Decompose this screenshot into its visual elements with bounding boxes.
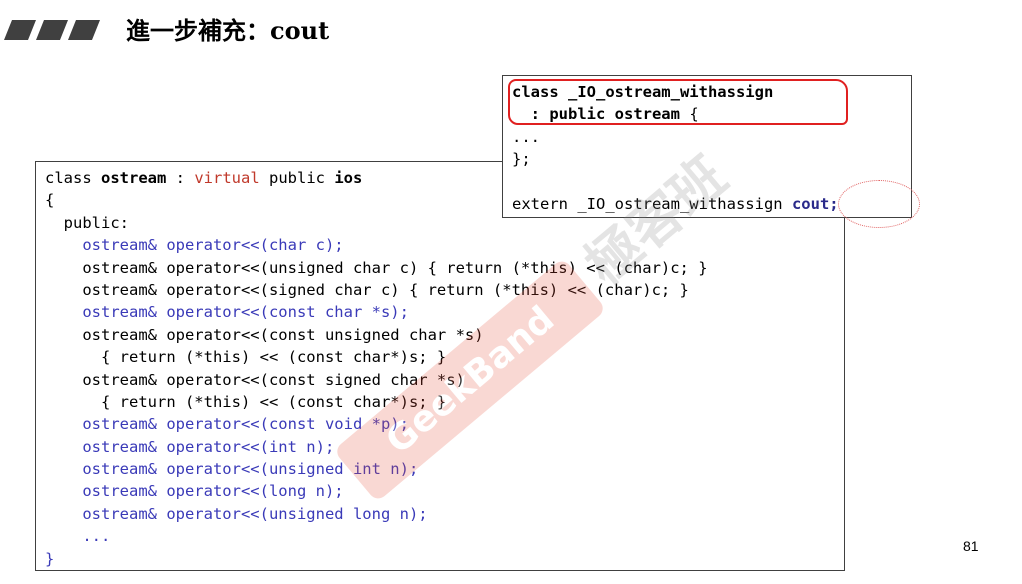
main-code-line: ostream& operator<<(const unsigned char … — [45, 324, 844, 346]
code-token: extern _IO_ostream_withassign — [512, 194, 792, 213]
code-token: ostream& operator<<(int n); — [45, 437, 335, 456]
top-code-line — [512, 171, 911, 193]
code-token: ... — [512, 127, 540, 146]
code-token: ... — [45, 527, 111, 546]
code-token: ostream& operator<<(const signed char *s… — [45, 370, 465, 389]
main-code-line: ostream& operator<<(signed char c) { ret… — [45, 279, 844, 301]
main-code-line: ostream& operator<<(const void *p); — [45, 413, 844, 435]
code-token: virtual — [194, 169, 260, 187]
code-token: ostream& operator<<(const char *s); — [45, 303, 409, 322]
code-token: ostream& operator<<(unsigned char c) { r… — [45, 258, 708, 277]
code-token: { return (*this) << (const char*)s; } — [45, 392, 447, 411]
code-token: ostream& operator<<(unsigned long n); — [45, 504, 428, 523]
code-token: class — [45, 169, 101, 187]
main-code-line: ostream& operator<<(unsigned char c) { r… — [45, 257, 844, 279]
code-token: class _IO_ostream_withassign — [512, 83, 774, 101]
main-code-line: { return (*this) << (const char*)s; } — [45, 346, 844, 368]
main-code-line: } — [45, 548, 844, 570]
code-token: { — [45, 191, 55, 210]
main-code-line: ostream& operator<<(char c); — [45, 234, 844, 256]
code-token: } — [45, 549, 55, 568]
code-token: ostream — [101, 169, 167, 187]
ostream-withassign-code-box: class _IO_ostream_withassign : public os… — [502, 75, 912, 218]
code-token: ostream& operator<<(const void *p); — [45, 415, 409, 434]
main-code-line: ... — [45, 525, 844, 547]
ostream-class-code-box: class ostream : virtual public ios { publ… — [35, 161, 845, 571]
code-token: ios — [334, 169, 363, 187]
code-token: ostream& operator<<(char c); — [45, 236, 344, 255]
page-number: 81 — [963, 538, 979, 554]
main-code-line: ostream& operator<<(unsigned long n); — [45, 503, 844, 525]
main-code-line: ostream& operator<<(int n); — [45, 436, 844, 458]
code-token: ostream& operator<<(signed char c) { ret… — [45, 280, 689, 299]
code-token: ostream& operator<<(unsigned int n); — [45, 460, 419, 479]
top-code-line: }; — [512, 148, 911, 170]
code-token: ostream& operator<<(long n); — [45, 482, 344, 501]
top-code-line: class _IO_ostream_withassign — [512, 81, 911, 103]
code-token: { — [679, 105, 699, 124]
code-token: }; — [512, 150, 531, 169]
main-code-line: ostream& operator<<(const char *s); — [45, 301, 844, 323]
parallelogram-bars-icon — [4, 20, 100, 40]
main-code-line: ostream& operator<<(unsigned int n); — [45, 458, 844, 480]
top-code-line: extern _IO_ostream_withassign cout; — [512, 193, 911, 215]
main-code-line: ostream& operator<<(long n); — [45, 480, 844, 502]
code-token: public: — [45, 213, 129, 232]
main-code-line: ostream& operator<<(const signed char *s… — [45, 369, 844, 391]
code-token: ostream& operator<<(const unsigned char … — [45, 325, 484, 344]
code-token: : public ostream — [512, 105, 680, 124]
top-code-line: : public ostream { — [512, 103, 911, 125]
top-code-line: ... — [512, 126, 911, 148]
main-code-line: { return (*this) << (const char*)s; } — [45, 391, 844, 413]
page-title: 進一步補充：cout — [126, 16, 330, 45]
code-token: cout; — [791, 194, 839, 213]
code-token: public — [259, 169, 335, 187]
code-token: : — [166, 169, 195, 187]
code-token: { return (*this) << (const char*)s; } — [45, 348, 447, 367]
